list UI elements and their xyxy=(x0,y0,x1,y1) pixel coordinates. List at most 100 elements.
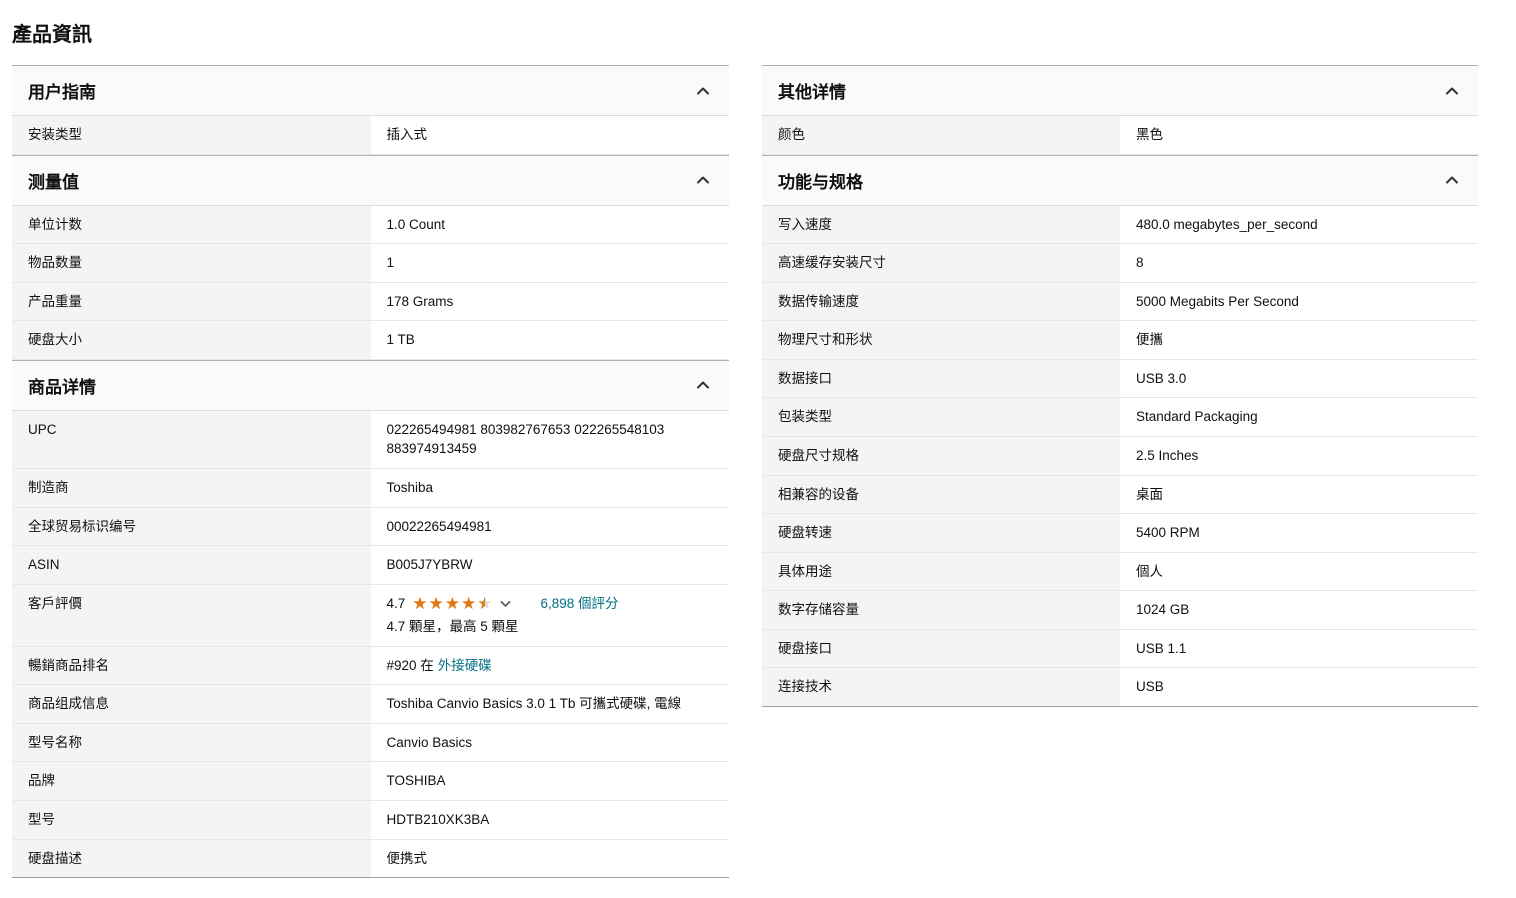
spec-value: 便攜 xyxy=(1120,321,1478,359)
spec-value: Canvio Basics xyxy=(371,724,730,762)
left-column: 用户指南安装类型插入式测量值单位计数1.0 Count物品数量1产品重量178 … xyxy=(12,65,729,878)
chevron-up-icon xyxy=(1444,172,1460,188)
spec-row: 包装类型Standard Packaging xyxy=(762,398,1478,437)
section-header[interactable]: 测量值 xyxy=(12,156,729,206)
section-rows: 颜色黑色 xyxy=(762,116,1478,155)
chevron-up-icon xyxy=(695,172,711,188)
spec-label: 型号 xyxy=(12,801,371,839)
spec-value: 個人 xyxy=(1120,553,1478,591)
spec-row: 单位计数1.0 Count xyxy=(12,206,729,245)
rating-dropdown-icon[interactable] xyxy=(499,597,512,610)
page-title: 產品資訊 xyxy=(12,18,1504,47)
section-title: 其他详情 xyxy=(778,78,846,103)
spec-row: 商品组成信息Toshiba Canvio Basics 3.0 1 Tb 可攜式… xyxy=(12,685,729,724)
spec-label: 安装类型 xyxy=(12,116,371,154)
spec-label: 硬盘尺寸规格 xyxy=(762,437,1120,475)
section-title: 功能与规格 xyxy=(778,168,863,193)
chevron-up-icon xyxy=(695,83,711,99)
spec-value: 插入式 xyxy=(371,116,730,154)
spec-label: UPC xyxy=(12,411,371,468)
spec-row: ASINB005J7YBRW xyxy=(12,546,729,585)
spec-row: 品牌TOSHIBA xyxy=(12,762,729,801)
spec-value: 022265494981 803982767653 022265548103 8… xyxy=(371,411,730,468)
spec-value: #920 在外接硬碟 xyxy=(371,647,730,685)
spec-label: 客戶評價 xyxy=(12,585,371,646)
section-header[interactable]: 用户指南 xyxy=(12,66,729,116)
spec-value: 178 Grams xyxy=(371,283,730,321)
spec-label: 商品组成信息 xyxy=(12,685,371,723)
spec-row: UPC022265494981 803982767653 02226554810… xyxy=(12,411,729,469)
spec-label: 具体用途 xyxy=(762,553,1120,591)
spec-section: 功能与规格写入速度480.0 megabytes_per_second高速缓存安… xyxy=(762,155,1478,707)
spec-label: 品牌 xyxy=(12,762,371,800)
section-rows: UPC022265494981 803982767653 02226554810… xyxy=(12,411,729,878)
spec-label: 写入速度 xyxy=(762,206,1120,244)
spec-row: 写入速度480.0 megabytes_per_second xyxy=(762,206,1478,245)
spec-value: 1 TB xyxy=(371,321,730,359)
spec-value: 8 xyxy=(1120,244,1478,282)
spec-columns: 用户指南安装类型插入式测量值单位计数1.0 Count物品数量1产品重量178 … xyxy=(12,65,1504,878)
spec-value: 5400 RPM xyxy=(1120,514,1478,552)
spec-label: 硬盘描述 xyxy=(12,840,371,878)
spec-label: 物理尺寸和形状 xyxy=(762,321,1120,359)
customer-rating: 4.7★★★★★★★★★★6,898 個評分 xyxy=(387,594,714,614)
spec-row: 连接技术USB xyxy=(762,668,1478,707)
chevron-up-icon xyxy=(1444,83,1460,99)
spec-row: 暢銷商品排名#920 在外接硬碟 xyxy=(12,647,729,686)
section-rows: 安装类型插入式 xyxy=(12,116,729,155)
section-title: 测量值 xyxy=(28,168,79,193)
spec-value: USB 1.1 xyxy=(1120,630,1478,668)
spec-value: USB 3.0 xyxy=(1120,360,1478,398)
spec-section: 测量值单位计数1.0 Count物品数量1产品重量178 Grams硬盘大小1 … xyxy=(12,155,729,360)
spec-row: 安装类型插入式 xyxy=(12,116,729,155)
spec-label: 暢銷商品排名 xyxy=(12,647,371,685)
spec-row: 高速缓存安装尺寸8 xyxy=(762,244,1478,283)
section-header[interactable]: 商品详情 xyxy=(12,361,729,411)
section-title: 商品详情 xyxy=(28,373,96,398)
stars-fill: ★★★★★ xyxy=(412,595,485,612)
spec-value: HDTB210XK3BA xyxy=(371,801,730,839)
spec-label: 硬盘转速 xyxy=(762,514,1120,552)
spec-value: 1024 GB xyxy=(1120,591,1478,629)
spec-label: 数据传输速度 xyxy=(762,283,1120,321)
spec-value: 1 xyxy=(371,244,730,282)
spec-value: 2.5 Inches xyxy=(1120,437,1478,475)
section-rows: 写入速度480.0 megabytes_per_second高速缓存安装尺寸8数… xyxy=(762,206,1478,707)
spec-row: 制造商Toshiba xyxy=(12,469,729,508)
spec-label: 全球贸易标识编号 xyxy=(12,508,371,546)
spec-value: Toshiba xyxy=(371,469,730,507)
spec-row: 物品数量1 xyxy=(12,244,729,283)
section-title: 用户指南 xyxy=(28,78,96,103)
spec-section: 商品详情 UPC022265494981 803982767653 0222655… xyxy=(12,360,729,878)
reviews-count-link[interactable]: 6,898 個評分 xyxy=(540,594,618,614)
spec-row: 硬盘描述便携式 xyxy=(12,840,729,879)
spec-row: 相兼容的设备桌面 xyxy=(762,476,1478,515)
spec-row: 产品重量178 Grams xyxy=(12,283,729,322)
bestseller-category-link[interactable]: 外接硬碟 xyxy=(438,658,492,673)
spec-value: 便携式 xyxy=(371,840,730,878)
chevron-up-icon xyxy=(695,377,711,393)
spec-label: 硬盘接口 xyxy=(762,630,1120,668)
spec-row: 硬盘转速5400 RPM xyxy=(762,514,1478,553)
spec-value: 5000 Megabits Per Second xyxy=(1120,283,1478,321)
spec-value: 480.0 megabytes_per_second xyxy=(1120,206,1478,244)
spec-value: USB xyxy=(1120,668,1478,706)
spec-row: 颜色黑色 xyxy=(762,116,1478,155)
spec-label: 数据接口 xyxy=(762,360,1120,398)
spec-row: 硬盘大小1 TB xyxy=(12,321,729,360)
spec-value: TOSHIBA xyxy=(371,762,730,800)
spec-row: 型号名称Canvio Basics xyxy=(12,724,729,763)
star-rating-icon: ★★★★★★★★★★ xyxy=(412,595,493,612)
bestseller-rank-text: #920 在 xyxy=(387,658,434,673)
spec-label: 颜色 xyxy=(762,116,1120,154)
spec-row: 物理尺寸和形状便攜 xyxy=(762,321,1478,360)
spec-label: 单位计数 xyxy=(12,206,371,244)
section-header[interactable]: 其他详情 xyxy=(762,66,1478,116)
spec-value: Standard Packaging xyxy=(1120,398,1478,436)
spec-value: 00022265494981 xyxy=(371,508,730,546)
section-header[interactable]: 功能与规格 xyxy=(762,156,1478,206)
spec-value: 4.7★★★★★★★★★★6,898 個評分4.7 顆星，最高 5 顆星 xyxy=(371,585,730,646)
spec-label: 数字存储容量 xyxy=(762,591,1120,629)
spec-section: 用户指南安装类型插入式 xyxy=(12,65,729,155)
spec-row: 硬盘尺寸规格2.5 Inches xyxy=(762,437,1478,476)
